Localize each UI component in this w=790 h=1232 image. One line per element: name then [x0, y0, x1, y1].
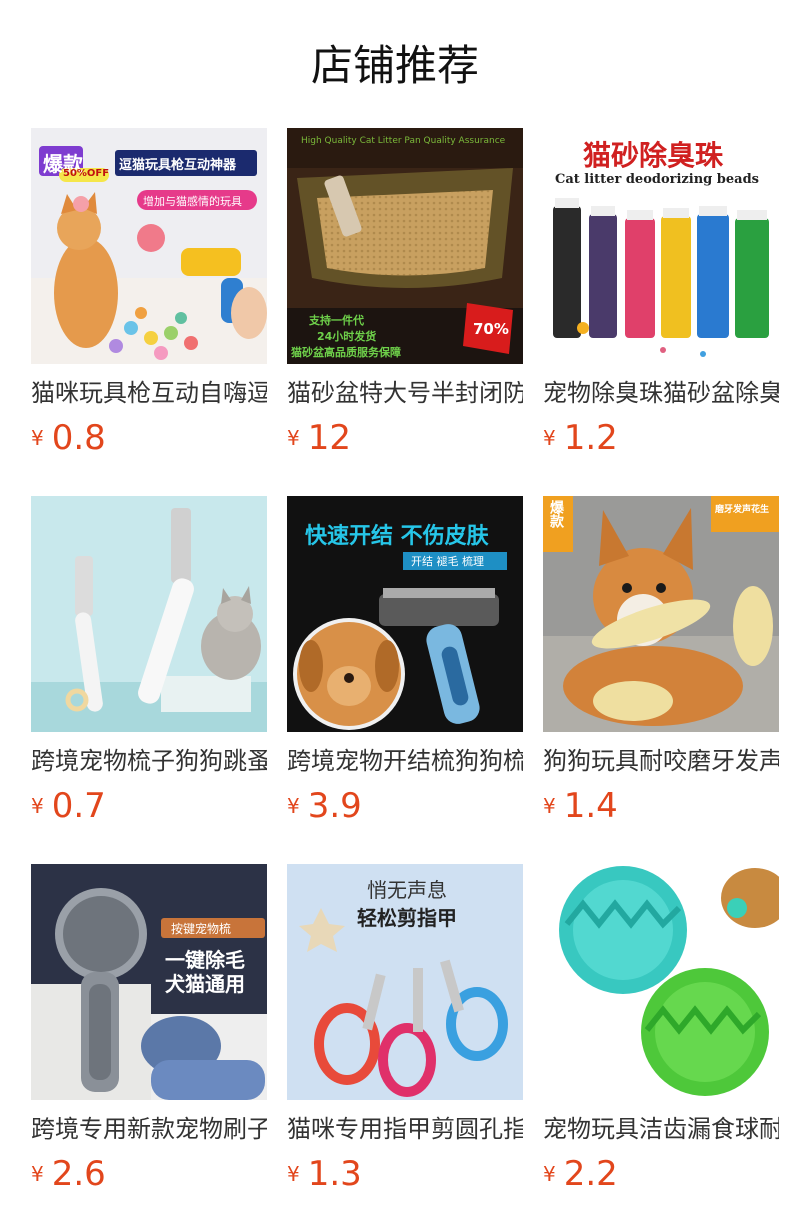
image-tag: 磨牙发声花生 [715, 505, 770, 515]
currency-symbol: ¥ [31, 426, 44, 450]
product-name[interactable]: 猫咪玩具枪互动自嗨逗猫 [31, 376, 267, 410]
image-subtitle: Cat litter deodorizing beads [555, 172, 759, 187]
product-image[interactable] [543, 864, 779, 1100]
product-image[interactable]: 猫砂除臭珠 Cat litter deodorizing beads [543, 128, 779, 364]
product-price: ¥1.3 [287, 1154, 362, 1194]
price-value: 3.9 [307, 786, 362, 826]
product-name[interactable]: 猫砂盆特大号半封闭防外 [287, 376, 523, 410]
image-subtitle: 开结 褪毛 梳理 [411, 555, 484, 568]
product-price: ¥1.4 [543, 786, 618, 826]
product-image[interactable]: 按键宠物梳 一键除毛 犬猫通用 [31, 864, 267, 1100]
product-name[interactable]: 跨境宠物梳子狗狗跳蚤梳 [31, 744, 267, 778]
product-price: ¥2.2 [543, 1154, 618, 1194]
product-image[interactable]: 悄无声息 轻松剪指甲 [287, 864, 523, 1100]
product-price: ¥1.2 [543, 418, 618, 458]
currency-symbol: ¥ [287, 1162, 300, 1186]
price-value: 2.6 [51, 1154, 106, 1194]
product-card[interactable]: 按键宠物梳 一键除毛 犬猫通用 跨境专用新款宠物刷子 ¥2.6 [31, 864, 267, 1194]
product-name[interactable]: 跨境宠物开结梳狗狗梳子 [287, 744, 523, 778]
discount-tag: 50%OFF [63, 168, 110, 179]
product-card[interactable]: 爆款 磨牙发声花生 狗狗玩具耐咬磨牙发声 ¥1.4 [543, 496, 779, 826]
image-line: 猫砂盆高品质服务保障 [291, 346, 401, 359]
image-headline: 悄无声息 [367, 878, 447, 902]
price-value: 0.7 [51, 786, 106, 826]
image-headline: 猫砂除臭珠 [583, 139, 724, 172]
image-headline: High Quality Cat Litter Pan Quality Assu… [301, 136, 506, 146]
image-subtitle: 增加与猫感情的玩具 [143, 195, 242, 208]
price-value: 1.2 [563, 418, 618, 458]
image-subtitle: 犬猫通用 [165, 972, 245, 996]
currency-symbol: ¥ [31, 1162, 44, 1186]
product-card[interactable]: 猫砂除臭珠 Cat litter deodorizing beads 宠物除臭珠… [543, 128, 779, 458]
currency-symbol: ¥ [543, 426, 556, 450]
product-price: ¥3.9 [287, 786, 362, 826]
price-value: 1.3 [307, 1154, 362, 1194]
currency-symbol: ¥ [287, 426, 300, 450]
product-card[interactable]: High Quality Cat Litter Pan Quality Assu… [287, 128, 523, 458]
currency-symbol: ¥ [543, 1162, 556, 1186]
product-image[interactable] [31, 496, 267, 732]
currency-symbol: ¥ [31, 794, 44, 818]
product-name[interactable]: 跨境专用新款宠物刷子 [31, 1112, 267, 1146]
price-value: 1.4 [563, 786, 618, 826]
product-name[interactable]: 宠物除臭珠猫砂盆除臭 [543, 376, 779, 410]
product-name[interactable]: 狗狗玩具耐咬磨牙发声 [543, 744, 779, 778]
currency-symbol: ¥ [543, 794, 556, 818]
product-price: ¥0.7 [31, 786, 106, 826]
image-line: 支持一件代 [309, 314, 364, 327]
image-subtitle: 轻松剪指甲 [357, 906, 457, 930]
price-value: 2.2 [563, 1154, 618, 1194]
product-price: ¥12 [287, 418, 351, 458]
product-card[interactable]: 快速开结 不伤皮肤 开结 褪毛 梳理 跨境宠物开结梳狗狗梳子 ¥3.9 [287, 496, 523, 826]
page-title: 店铺推荐 [310, 41, 479, 90]
discount-tag: 70% [473, 320, 509, 338]
product-card[interactable]: 爆款 50%OFF 逗猫玩具枪互动神器 增加与猫感情的玩具 猫咪玩具枪互动自嗨逗… [31, 128, 267, 458]
product-image[interactable]: 快速开结 不伤皮肤 开结 褪毛 梳理 [287, 496, 523, 732]
product-card[interactable]: 跨境宠物梳子狗狗跳蚤梳 ¥0.7 [31, 496, 267, 826]
image-line: 24小时发货 [317, 330, 377, 343]
price-value: 12 [307, 418, 351, 458]
image-headline: 逗猫玩具枪互动神器 [119, 158, 237, 173]
product-image[interactable]: High Quality Cat Litter Pan Quality Assu… [287, 128, 523, 364]
product-name[interactable]: 猫咪专用指甲剪圆孔指甲 [287, 1112, 523, 1146]
product-image[interactable]: 爆款 50%OFF 逗猫玩具枪互动神器 增加与猫感情的玩具 [31, 128, 267, 364]
image-tag: 按键宠物梳 [171, 922, 232, 936]
product-card[interactable]: 宠物玩具洁齿漏食球耐咬 ¥2.2 [543, 864, 779, 1194]
product-price: ¥2.6 [31, 1154, 106, 1194]
image-headline: 快速开结 不伤皮肤 [305, 524, 489, 549]
product-name[interactable]: 宠物玩具洁齿漏食球耐咬 [543, 1112, 779, 1146]
hot-badge: 爆款 [548, 500, 564, 528]
product-price: ¥0.8 [31, 418, 106, 458]
product-image[interactable]: 爆款 磨牙发声花生 [543, 496, 779, 732]
product-card[interactable]: 悄无声息 轻松剪指甲 猫咪专用指甲剪圆孔指甲 ¥1.3 [287, 864, 523, 1194]
currency-symbol: ¥ [287, 794, 300, 818]
price-value: 0.8 [51, 418, 106, 458]
